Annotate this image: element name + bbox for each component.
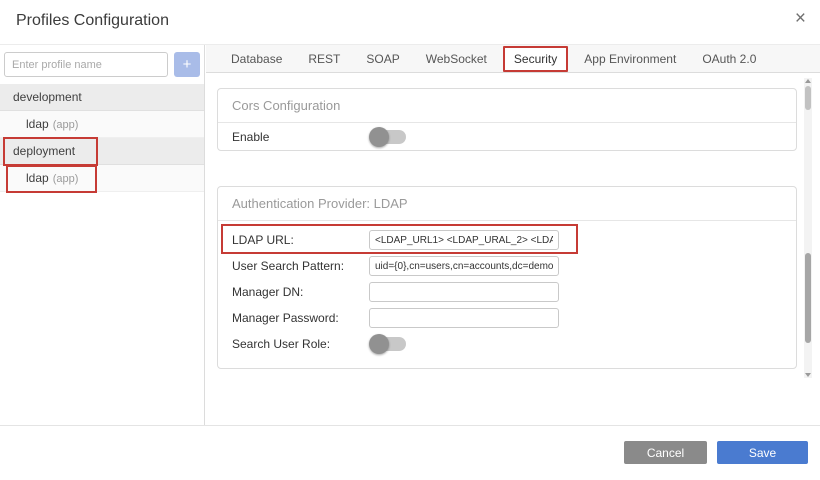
- manager-password-row: Manager Password:: [232, 305, 782, 331]
- manager-password-label: Manager Password:: [232, 311, 369, 325]
- sidebar-item-label: deployment: [13, 144, 75, 158]
- sidebar-item-label: ldap: [26, 171, 49, 185]
- enable-label: Enable: [232, 130, 369, 144]
- user-search-pattern-input[interactable]: [369, 256, 559, 276]
- save-button[interactable]: Save: [717, 441, 808, 464]
- scrollbar-thumb-inner[interactable]: [805, 253, 811, 343]
- tab-database[interactable]: Database: [218, 52, 295, 66]
- tab-websocket[interactable]: WebSocket: [413, 52, 500, 66]
- profiles-configuration-dialog: Profiles Configuration × + development l…: [0, 0, 820, 480]
- close-icon[interactable]: ×: [795, 9, 806, 28]
- add-profile-button[interactable]: +: [174, 52, 200, 77]
- tab-security[interactable]: Security: [503, 46, 568, 72]
- tab-soap[interactable]: SOAP: [353, 52, 412, 66]
- sidebar-item-label: ldap: [26, 117, 49, 131]
- tab-app-environment[interactable]: App Environment: [571, 52, 689, 66]
- sidebar-item-ldap-deployment[interactable]: ldap (app): [0, 165, 204, 192]
- profile-input-row: +: [4, 52, 200, 77]
- auth-fields: LDAP URL: User Search Pattern: Manager D…: [218, 221, 796, 365]
- ldap-url-row: LDAP URL:: [232, 227, 782, 253]
- sidebar-item-suffix: (app): [53, 119, 79, 131]
- sidebar-item-ldap-development[interactable]: ldap (app): [0, 111, 204, 138]
- sidebar-item-suffix: (app): [53, 173, 79, 185]
- sidebar-item-deployment[interactable]: deployment: [0, 138, 204, 165]
- toggle-knob: [369, 334, 389, 354]
- manager-dn-input[interactable]: [369, 282, 559, 302]
- tab-rest[interactable]: REST: [295, 52, 353, 66]
- tab-bar: Database REST SOAP WebSocket Security Ap…: [206, 45, 820, 73]
- ldap-url-input[interactable]: [369, 230, 559, 250]
- authentication-provider-card: Authentication Provider: LDAP LDAP URL: …: [217, 186, 797, 369]
- profiles-list: development ldap (app) deployment ldap (ap…: [0, 84, 204, 192]
- search-user-role-row: Search User Role:: [232, 331, 782, 357]
- profile-name-input[interactable]: [4, 52, 168, 77]
- cors-enable-toggle[interactable]: [372, 130, 406, 144]
- vertical-scrollbar[interactable]: [804, 78, 812, 378]
- scroll-up-icon[interactable]: [805, 79, 811, 83]
- user-search-pattern-row: User Search Pattern:: [232, 253, 782, 279]
- search-user-role-label: Search User Role:: [232, 337, 369, 351]
- ldap-url-label: LDAP URL:: [232, 233, 369, 247]
- manager-dn-label: Manager DN:: [232, 285, 369, 299]
- manager-dn-row: Manager DN:: [232, 279, 782, 305]
- user-search-pattern-label: User Search Pattern:: [232, 259, 369, 273]
- security-tab-content: Cors Configuration Enable Authentication…: [206, 74, 820, 425]
- main-panel: Database REST SOAP WebSocket Security Ap…: [206, 45, 820, 425]
- manager-password-input[interactable]: [369, 308, 559, 328]
- toggle-knob: [369, 127, 389, 147]
- scrollbar-thumb-outer[interactable]: [805, 86, 811, 110]
- tab-oauth[interactable]: OAuth 2.0: [689, 52, 769, 66]
- scroll-down-icon[interactable]: [805, 373, 811, 377]
- dialog-footer: Cancel Save: [0, 425, 820, 480]
- cancel-button[interactable]: Cancel: [624, 441, 707, 464]
- sidebar-item-label: development: [13, 90, 82, 104]
- profiles-sidebar: + development ldap (app) deployment ldap (…: [0, 45, 205, 425]
- sidebar-item-development[interactable]: development: [0, 84, 204, 111]
- page-title: Profiles Configuration: [16, 12, 169, 30]
- search-user-role-toggle[interactable]: [372, 337, 406, 351]
- card-title: Cors Configuration: [218, 89, 796, 123]
- card-title: Authentication Provider: LDAP: [218, 187, 796, 221]
- cors-configuration-card: Cors Configuration Enable: [217, 88, 797, 151]
- dialog-header: Profiles Configuration ×: [0, 0, 820, 45]
- cors-enable-row: Enable: [218, 123, 796, 151]
